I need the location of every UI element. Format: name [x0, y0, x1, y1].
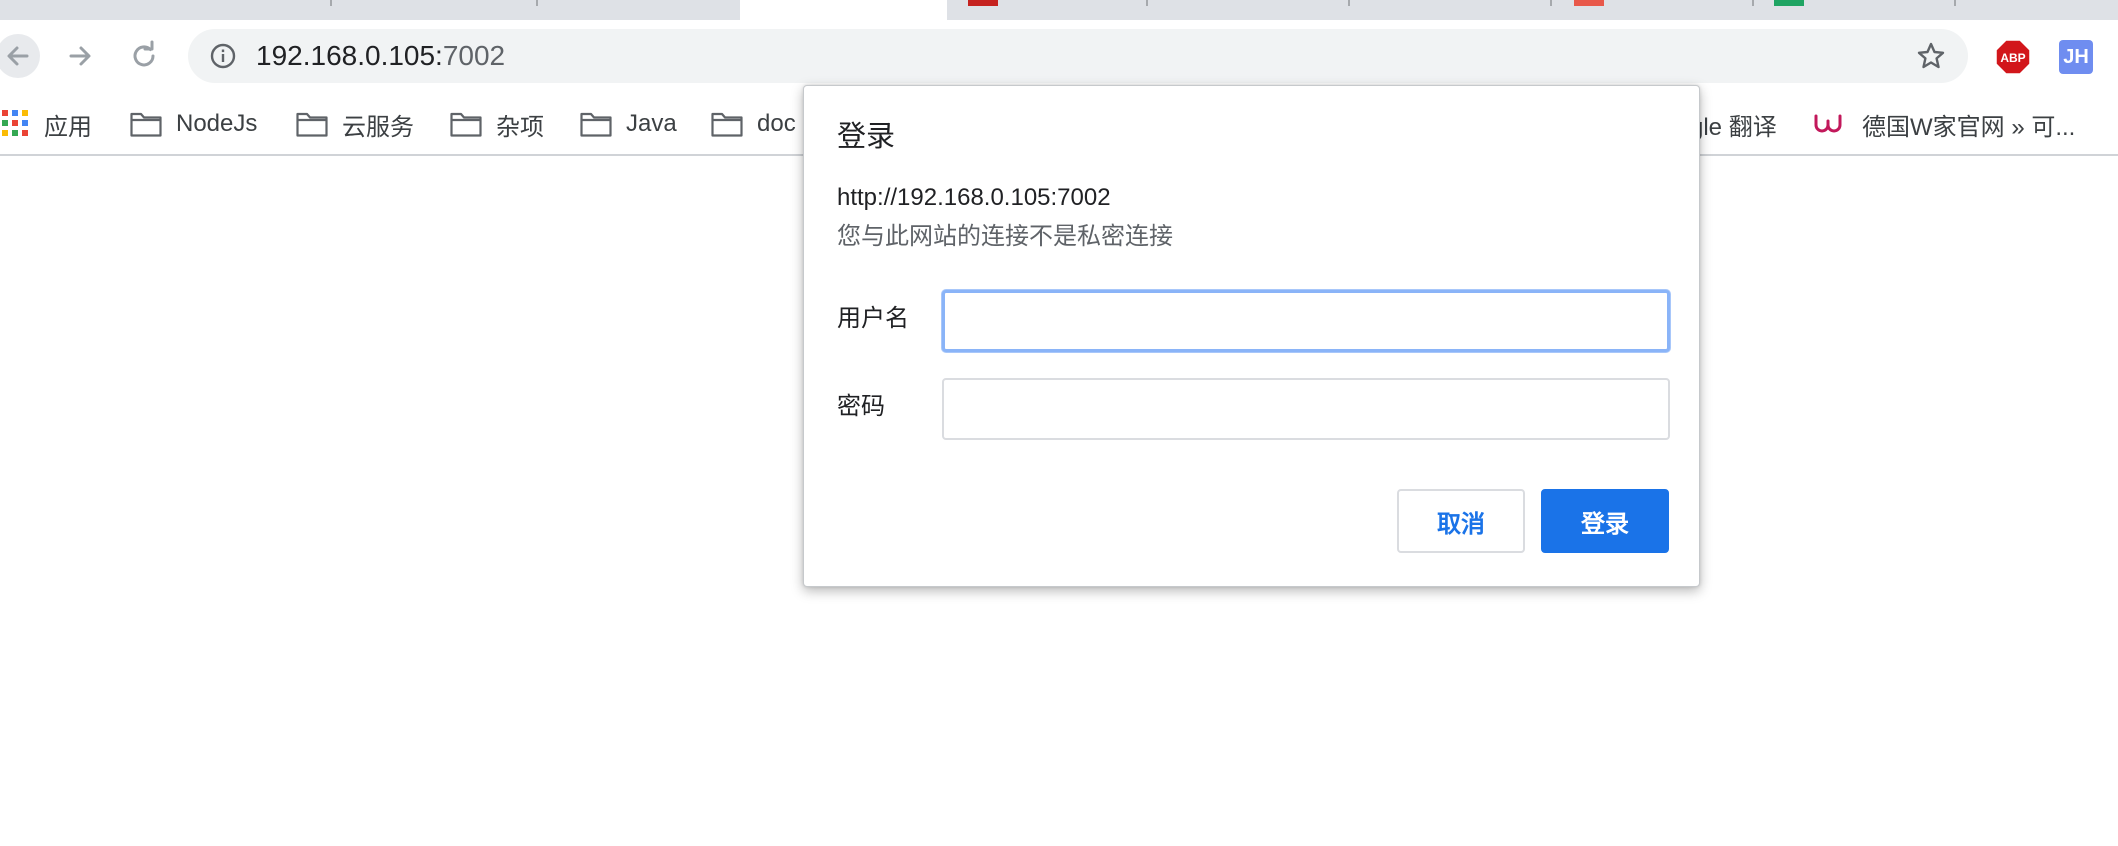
star-bookmark-icon[interactable]	[1916, 41, 1946, 71]
bookmark-label: 云服务	[342, 113, 414, 141]
tab-separator	[1550, 0, 1552, 6]
bookmark-apps[interactable]: 应用	[2, 106, 92, 142]
url-text[interactable]: 192.168.0.105:7002	[256, 41, 505, 71]
username-label: 用户名	[837, 305, 909, 332]
w-logo-icon	[1814, 114, 1842, 133]
tab-separator	[1146, 0, 1148, 6]
adblock-plus-icon[interactable]: ABP	[1995, 39, 2031, 75]
tab-favicon-icon	[1774, 0, 1804, 6]
bookmark-label: 应用	[44, 113, 92, 141]
tab-favicon-icon	[968, 0, 998, 6]
folder-icon	[711, 112, 743, 137]
dialog-title: 登录	[837, 121, 896, 153]
login-dialog: 登录 http://192.168.0.105:7002 您与此网站的连接不是私…	[803, 85, 1700, 587]
reload-button[interactable]	[122, 34, 166, 78]
tab-separator	[536, 0, 538, 6]
url-host: 192.168.0.105:	[256, 40, 443, 71]
bookmark-label: 杂项	[496, 113, 544, 141]
bookmark-label: gle 翻译	[1690, 113, 1777, 141]
jh-label: JH	[2063, 46, 2089, 68]
bookmark-label: 德国W家官网 » 可...	[1862, 113, 2076, 141]
arrow-right-icon	[69, 46, 91, 66]
address-bar[interactable]: 192.168.0.105:7002	[188, 29, 1968, 83]
apps-grid-icon	[2, 110, 28, 136]
jh-extension-icon[interactable]: JH	[2059, 40, 2093, 74]
connection-warning: 您与此网站的连接不是私密连接	[837, 223, 1173, 250]
username-input[interactable]	[942, 290, 1670, 352]
active-tab[interactable]	[740, 0, 947, 20]
info-icon[interactable]	[210, 43, 236, 69]
bookmark-folder-misc[interactable]: 杂项	[450, 106, 544, 142]
password-label: 密码	[837, 393, 885, 420]
bookmark-folder-java[interactable]: Java	[580, 106, 677, 142]
dialog-origin: http://192.168.0.105:7002	[837, 184, 1111, 211]
folder-icon	[450, 112, 482, 137]
tab-separator	[1954, 0, 1956, 6]
tab-separator	[1752, 0, 1754, 6]
folder-icon	[580, 112, 612, 137]
tab-strip	[0, 0, 2118, 20]
tab-separator	[1348, 0, 1350, 6]
reload-icon	[133, 40, 155, 67]
bookmark-label: NodeJs	[176, 110, 258, 137]
bookmark-label: doc	[757, 110, 796, 137]
bookmark-label: Java	[626, 110, 677, 137]
tab-favicon-icon	[1574, 0, 1604, 6]
url-port: 7002	[442, 40, 506, 71]
bookmark-folder-doc[interactable]: doc	[711, 106, 796, 142]
bookmark-w-official-site[interactable]: 德国W家官网 » 可...	[1814, 106, 2075, 142]
folder-icon	[296, 112, 328, 137]
password-input[interactable]	[942, 378, 1670, 440]
forward-button[interactable]	[58, 34, 102, 78]
bookmark-folder-nodejs[interactable]: NodeJs	[130, 106, 257, 142]
bookmark-google-translate[interactable]: gle 翻译	[1690, 106, 1777, 142]
bookmark-folder-cloud[interactable]: 云服务	[296, 106, 414, 142]
arrow-left-icon	[7, 46, 29, 66]
abp-label: ABP	[2000, 51, 2025, 65]
cancel-button[interactable]: 取消	[1397, 489, 1525, 553]
tab-separator	[330, 0, 332, 6]
login-button[interactable]: 登录	[1541, 489, 1669, 553]
folder-icon	[130, 112, 162, 137]
